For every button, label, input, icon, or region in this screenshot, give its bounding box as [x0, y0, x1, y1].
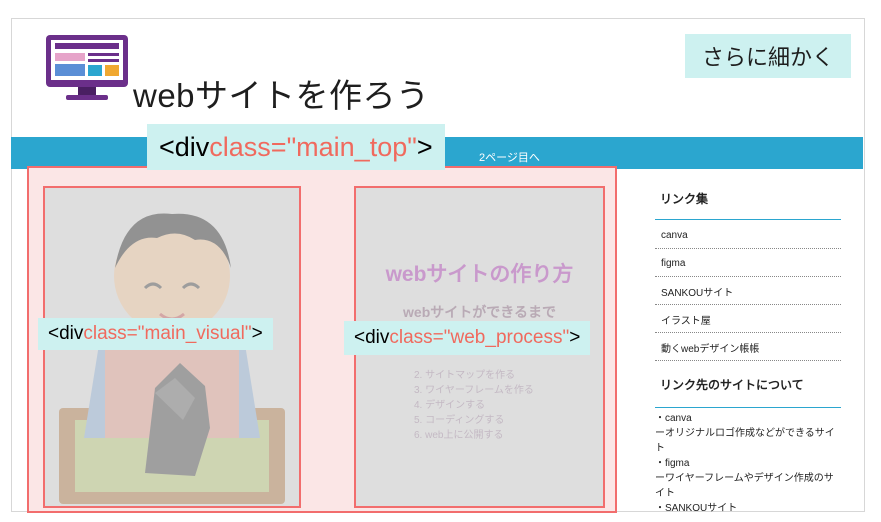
description-line: ーワイヤーフレームやデザイン作成のサイト — [655, 473, 834, 499]
main-visual-annotation: <div class="main_visual" > — [38, 318, 273, 350]
process-step: 4. デザインする — [414, 400, 486, 411]
sidebar-link-irasutoya[interactable]: イラスト屋 — [655, 306, 841, 333]
sidebar-link-ugoku-design[interactable]: 動くwebデザイン帳帳 — [655, 334, 841, 361]
site-descriptions: ・canva ーオリジナルロゴ作成などができるサイト ・figma ーワイヤーフ… — [655, 411, 841, 516]
process-step: 6. web上に公開する — [414, 430, 504, 441]
main-top-annotation: <div class="main_top" > — [147, 124, 445, 170]
annotation-close: > — [416, 131, 433, 162]
annotation-class: class="web_process" — [389, 327, 570, 348]
description-line: ・SANKOUサイト — [655, 503, 738, 514]
links-heading: リンク集 — [660, 192, 709, 206]
about-heading-underline — [655, 407, 841, 408]
description-line: ーオリジナルロゴ作成などができるサイト — [655, 428, 835, 454]
web-process-subtitle: webサイトができるまで — [403, 304, 556, 320]
sidebar-link-figma[interactable]: figma — [655, 250, 841, 277]
annotation-class: class="main_visual" — [83, 323, 252, 344]
site-title: webサイトを作ろう — [133, 77, 430, 114]
web-process-title: webサイトの作り方 — [385, 263, 574, 286]
description-line: ・figma — [655, 458, 690, 469]
annotation-class: class="main_top" — [209, 131, 417, 162]
sidebar-link-sankou[interactable]: SANKOUサイト — [655, 278, 841, 305]
about-heading: リンク先のサイトについて — [660, 378, 804, 392]
process-step: 3. ワイヤーフレームを作る — [414, 385, 534, 396]
annotation-tag: <div — [354, 327, 390, 348]
description-line: ・canva — [655, 413, 692, 424]
annotation-close: > — [569, 327, 581, 348]
process-step: 2. サイトマップを作る — [414, 370, 516, 381]
annotation-close: > — [251, 323, 263, 344]
computer-monitor-icon — [46, 35, 128, 100]
web-process-annotation: <div class="web_process" > — [344, 321, 591, 355]
process-step: 5. コーディングする — [414, 415, 505, 426]
links-heading-underline — [655, 219, 841, 220]
next-page-link[interactable]: 2ページ目へ — [479, 149, 540, 165]
web-process-steps: 2. サイトマップを作る 3. ワイヤーフレームを作る 4. デザインする 5.… — [414, 368, 534, 443]
sidebar-link-canva[interactable]: canva — [655, 222, 841, 249]
annotation-tag: <div — [48, 323, 84, 344]
annotation-tag: <div — [159, 131, 210, 162]
more-detail-button[interactable]: さらに細かく — [685, 34, 851, 78]
